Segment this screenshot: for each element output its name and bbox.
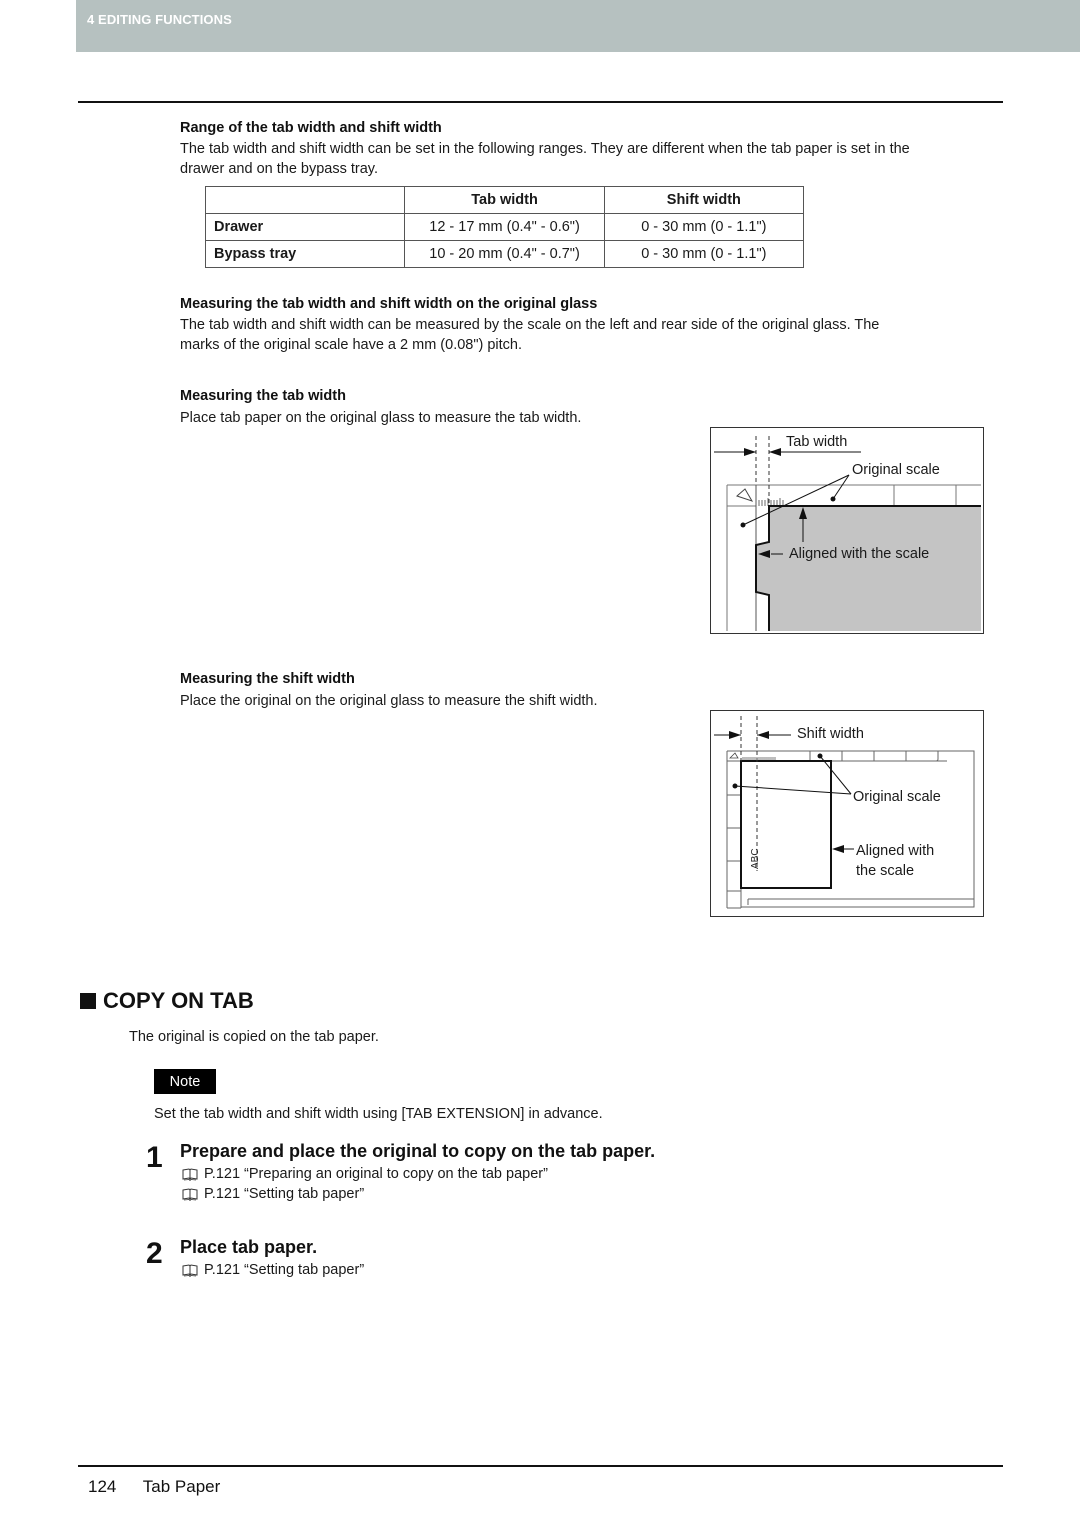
shift-width-figure: ABC Shift width Original scale Aligned w… (710, 710, 984, 917)
range-table: Tab width Shift width Drawer 12 - 17 mm … (204, 186, 805, 268)
original-scale-label: Original scale (853, 789, 941, 805)
tab-width-label: Tab width (786, 434, 848, 450)
tab-width-diagram (714, 436, 981, 631)
range-text-line2: drawer and on the bypass tray. (180, 161, 379, 177)
step-number: 1 (146, 1141, 163, 1174)
tab-width-value: 10 - 20 mm (0.4" - 0.7") (404, 240, 605, 268)
row-label: Bypass tray (204, 240, 406, 268)
copy-on-tab-intro: The original is copied on the tab paper. (129, 1029, 379, 1045)
reference-link[interactable]: P.121 “Setting tab paper” (182, 1186, 364, 1202)
reference-text: P.121 “Setting tab paper” (204, 1186, 365, 1202)
section-title: COPY ON TAB (80, 988, 254, 1014)
note-badge: Note (154, 1069, 216, 1094)
step-title: Place tab paper. (180, 1237, 318, 1257)
measuring-heading: Measuring the tab width and shift width … (180, 296, 598, 312)
range-heading: Range of the tab width and shift width (180, 120, 442, 136)
original-scale-label: Original scale (852, 462, 940, 478)
reference-link[interactable]: P.121 “Preparing an original to copy on … (182, 1166, 548, 1182)
arrow-right-icon (744, 448, 756, 456)
triangle-marker-icon (736, 488, 754, 502)
aligned-label: Aligned with the scale (789, 546, 930, 562)
tab-width-heading: Measuring the tab width (180, 388, 346, 404)
shift-width-heading: Measuring the shift width (180, 671, 355, 687)
page-number: 124 (88, 1477, 117, 1496)
table-header-empty (204, 186, 406, 214)
reference-link[interactable]: P.121 “Setting tab paper” (182, 1262, 364, 1278)
chapter-title: 4 EDITING FUNCTIONS (87, 12, 232, 27)
tab-width-figure: Tab width Original scale Aligned with th… (710, 427, 984, 634)
book-icon (182, 1167, 198, 1181)
range-text-line1: The tab width and shift width can be set… (180, 141, 910, 157)
step-number: 2 (146, 1237, 163, 1270)
shift-width-value: 0 - 30 mm (0 - 1.1") (603, 213, 805, 241)
triangle-marker-icon (729, 752, 739, 759)
table-header-shift-width: Shift width (603, 186, 805, 214)
shift-width-value: 0 - 30 mm (0 - 1.1") (603, 240, 805, 268)
aligned-label-line1: Aligned with (856, 843, 935, 859)
tab-width-value: 12 - 17 mm (0.4" - 0.6") (404, 213, 605, 241)
reference-text: P.121 “Preparing an original to copy on … (204, 1166, 548, 1182)
footer-section: Tab Paper (142, 1477, 221, 1496)
shift-width-text: Place the original on the original glass… (180, 693, 598, 709)
table-header-row: Tab width Shift width (204, 186, 805, 214)
arrow-right-icon (729, 731, 741, 739)
aligned-label-line2: the scale (856, 863, 915, 879)
table-row: Drawer 12 - 17 mm (0.4" - 0.6") 0 - 30 m… (204, 213, 805, 241)
table-header-tab-width: Tab width (404, 186, 605, 214)
section-square-icon (80, 993, 96, 1009)
arrow-left-icon (757, 731, 769, 739)
row-label: Drawer (204, 213, 406, 241)
tab-paper-shape (756, 506, 981, 631)
glass-outline (727, 750, 975, 908)
arrow-left-icon (832, 845, 844, 853)
reference-text: P.121 “Setting tab paper” (204, 1262, 365, 1278)
section-title-text: COPY ON TAB (103, 988, 254, 1013)
measuring-text-line2: marks of the original scale have a 2 mm … (180, 337, 523, 353)
scale-ticks (758, 498, 784, 506)
top-divider (78, 101, 1003, 103)
note-text: Set the tab width and shift width using … (154, 1106, 603, 1122)
bottom-divider (78, 1465, 1003, 1467)
chapter-header-band: 4 EDITING FUNCTIONS (76, 0, 1080, 52)
tab-width-text: Place tab paper on the original glass to… (180, 410, 582, 426)
shift-width-label: Shift width (797, 726, 864, 742)
book-icon (182, 1187, 198, 1201)
arrow-left-icon (769, 448, 781, 456)
paper-text: ABC (750, 848, 761, 869)
page-footer: 124 Tab Paper (88, 1477, 220, 1497)
book-icon (182, 1263, 198, 1277)
measuring-text-line1: The tab width and shift width can be mea… (180, 317, 880, 333)
step-title: Prepare and place the original to copy o… (180, 1141, 656, 1161)
table-row: Bypass tray 10 - 20 mm (0.4" - 0.7") 0 -… (204, 240, 805, 268)
